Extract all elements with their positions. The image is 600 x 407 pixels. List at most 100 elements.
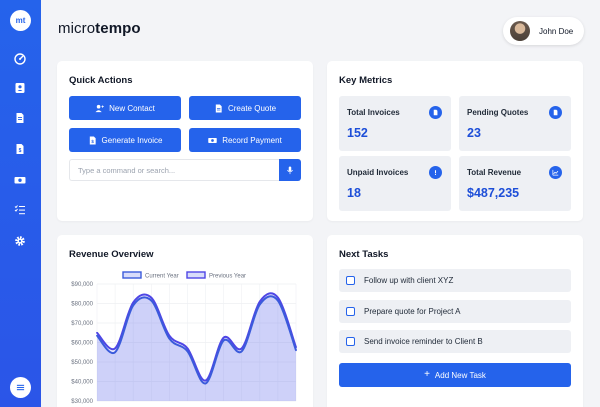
task-text: Send invoice reminder to Client B <box>364 337 483 346</box>
app-logo[interactable]: mt <box>10 10 31 31</box>
invoice-icon: $ <box>89 135 96 145</box>
generate-invoice-button[interactable]: $ Generate Invoice <box>69 128 181 152</box>
data-point[interactable] <box>150 296 153 299</box>
tasks-icon[interactable] <box>12 202 28 218</box>
legend-swatch[interactable] <box>122 271 142 279</box>
file-icon <box>429 106 442 119</box>
series-area-0 <box>97 296 296 401</box>
legend-swatch[interactable] <box>186 271 206 279</box>
data-point[interactable] <box>222 336 225 339</box>
data-point[interactable] <box>277 299 279 302</box>
record-payment-button[interactable]: Record Payment <box>189 128 301 152</box>
data-point[interactable] <box>204 379 207 382</box>
data-point[interactable] <box>168 337 171 340</box>
task-checkbox[interactable] <box>346 307 355 316</box>
y-tick-label: $50,000 <box>71 360 93 366</box>
user-menu[interactable]: John Doe <box>503 17 584 45</box>
new-contact-label: New Contact <box>109 103 155 113</box>
task-text: Prepare quote for Project A <box>364 307 461 316</box>
brand-name-light: micro <box>58 20 96 37</box>
contacts-icon[interactable] <box>12 80 28 96</box>
svg-text:$: $ <box>19 148 22 154</box>
metric-total-invoices[interactable]: Total Invoices 152 <box>339 96 451 151</box>
invoice-icon[interactable] <box>12 110 28 126</box>
key-metrics-card: Key Metrics Total Invoices 152 Pending Q… <box>327 61 583 221</box>
y-tick-label: $80,000 <box>71 302 93 308</box>
data-point[interactable] <box>96 334 98 337</box>
data-point[interactable] <box>186 347 189 350</box>
metric-value: 23 <box>467 126 481 140</box>
metric-label: Total Invoices <box>347 108 400 117</box>
data-point[interactable] <box>186 350 189 353</box>
metric-value: $487,235 <box>467 186 520 200</box>
chart-line-icon <box>549 166 562 179</box>
user-name: John Doe <box>539 26 574 36</box>
metric-label: Unpaid Invoices <box>347 168 409 177</box>
data-point[interactable] <box>204 382 207 385</box>
y-tick-label: $90,000 <box>71 282 93 288</box>
quick-actions-card: Quick Actions New Contact Create Quote $… <box>57 61 313 221</box>
revenue-chart: Current Year Previous Year $90,000 $80,000… <box>71 271 297 405</box>
data-point[interactable] <box>295 349 297 352</box>
create-quote-button[interactable]: Create Quote <box>189 96 301 120</box>
plus-icon: + <box>424 369 430 380</box>
y-tick-label: $70,000 <box>71 321 93 327</box>
task-checkbox[interactable] <box>346 337 355 346</box>
data-point[interactable] <box>258 303 261 306</box>
payments-icon[interactable] <box>12 172 28 188</box>
new-contact-button[interactable]: New Contact <box>69 96 181 120</box>
settings-icon[interactable] <box>12 233 28 249</box>
microphone-button[interactable] <box>279 159 301 181</box>
metric-pending-quotes[interactable]: Pending Quotes 23 <box>459 96 571 151</box>
task-item[interactable]: Send invoice reminder to Client B <box>339 330 571 353</box>
data-point[interactable] <box>222 339 225 342</box>
quote-icon[interactable]: $ <box>12 141 28 157</box>
avatar <box>510 21 530 41</box>
task-checkbox[interactable] <box>346 276 355 285</box>
alert-icon <box>429 166 442 179</box>
next-tasks-card: Next Tasks Follow up with client XYZ Pre… <box>327 235 583 407</box>
document-icon <box>215 103 222 113</box>
revenue-overview-card: Revenue Overview Current Year Previous Ye… <box>57 235 313 407</box>
command-search-input[interactable] <box>69 159 279 181</box>
file-icon <box>549 106 562 119</box>
y-tick-label: $40,000 <box>71 380 93 386</box>
dashboard-icon[interactable] <box>12 51 28 67</box>
data-point[interactable] <box>114 351 116 354</box>
data-point[interactable] <box>150 299 153 302</box>
data-point[interactable] <box>132 304 135 307</box>
y-tick-label: $30,000 <box>71 399 93 405</box>
create-quote-label: Create Quote <box>227 103 277 113</box>
legend-label[interactable]: Current Year <box>145 274 179 280</box>
task-text: Follow up with client XYZ <box>364 276 454 285</box>
microphone-icon <box>287 165 293 174</box>
data-point[interactable] <box>114 347 116 350</box>
metric-unpaid-invoices[interactable]: Unpaid Invoices 18 <box>339 156 451 211</box>
generate-invoice-label: Generate Invoice <box>101 135 163 145</box>
metric-total-revenue[interactable]: Total Revenue $487,235 <box>459 156 571 211</box>
data-point[interactable] <box>277 296 279 299</box>
chart-legend: Current Year Previous Year <box>122 271 246 280</box>
metric-label: Pending Quotes <box>467 108 529 117</box>
menu-icon[interactable] <box>10 377 31 398</box>
money-icon <box>208 137 217 143</box>
metric-value: 152 <box>347 126 368 140</box>
data-point[interactable] <box>96 331 98 334</box>
brand-name[interactable]: microtempo <box>58 20 141 37</box>
sidebar: mt $ <box>0 0 41 407</box>
key-metrics-title: Key Metrics <box>339 75 393 86</box>
task-item[interactable]: Follow up with client XYZ <box>339 269 571 292</box>
metric-label: Total Revenue <box>467 168 522 177</box>
next-tasks-title: Next Tasks <box>339 249 389 260</box>
task-item[interactable]: Prepare quote for Project A <box>339 300 571 323</box>
quick-actions-title: Quick Actions <box>69 75 133 86</box>
brand-name-bold: tempo <box>95 20 141 37</box>
add-new-task-button[interactable]: + Add New Task <box>339 363 571 387</box>
y-tick-label: $60,000 <box>71 341 93 347</box>
user-plus-icon <box>95 104 104 112</box>
record-payment-label: Record Payment <box>222 135 282 145</box>
metric-value: 18 <box>347 186 361 200</box>
add-new-task-label: Add New Task <box>434 370 486 380</box>
data-point[interactable] <box>240 350 243 353</box>
legend-label[interactable]: Previous Year <box>209 274 246 280</box>
